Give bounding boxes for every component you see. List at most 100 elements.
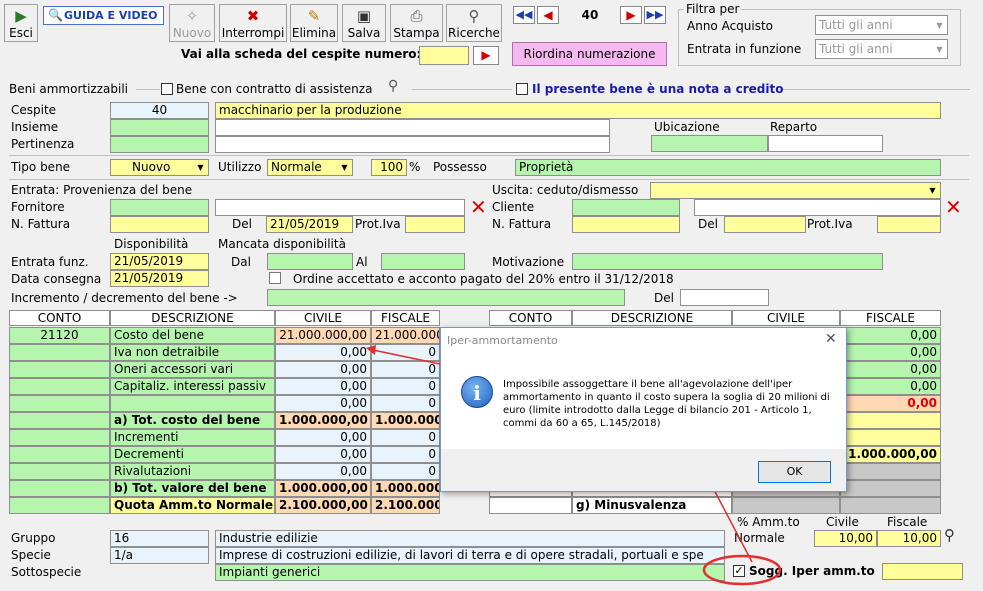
dal-field[interactable] [267,253,353,270]
utilizzo-select[interactable]: Normale ▼ [267,159,353,176]
left-fiscale-cell[interactable]: 0 [371,378,440,395]
gruppo-number[interactable]: 16 [110,530,209,547]
incremento-field[interactable] [267,289,625,306]
right-fiscale-cell[interactable] [840,480,941,497]
left-conto-cell[interactable] [9,463,110,480]
reparto-field[interactable] [768,135,883,152]
left-fiscale-cell[interactable]: 0 [371,395,440,412]
go-arrow-icon[interactable]: ▶ [473,46,499,65]
search-icon[interactable]: ⚲ [388,78,398,94]
nota-checkbox[interactable] [516,83,528,95]
left-conto-cell[interactable] [9,344,110,361]
left-civile-cell[interactable]: 0,00 [275,378,371,395]
magnifier-icon[interactable]: ⚲ [944,526,955,544]
esci-button[interactable]: ▶ Esci [4,4,38,42]
stampa-button[interactable]: ⎙ Stampa [390,4,443,42]
left-fiscale-cell[interactable]: 1.000.000 [371,412,440,429]
amm-civile-field[interactable]: 10,00 [814,530,877,547]
left-fiscale-cell[interactable]: 0 [371,361,440,378]
insieme-desc[interactable] [215,119,610,136]
clear-cliente-icon[interactable]: ✕ [945,197,962,217]
uscita-protiva-field[interactable] [877,216,941,233]
ricerche-button[interactable]: ⚲ Ricerche [446,4,502,42]
sogg-iper-field[interactable] [882,563,963,580]
gruppo-desc[interactable]: Industrie edilizie [215,530,725,547]
data-fattura-field[interactable]: 21/05/2019 [266,216,353,233]
possesso-field[interactable]: Proprietà [515,159,941,176]
next-record-icon[interactable]: ▶ [620,6,642,24]
close-icon[interactable]: ✕ [825,331,837,347]
right-fiscale-cell[interactable]: 0,00 [840,344,941,361]
clear-fornitore-icon[interactable]: ✕ [470,197,487,217]
protiva-field[interactable] [405,216,465,233]
right-fiscale-cell[interactable]: 0,00 [840,395,941,412]
specie-number[interactable]: 1/a [110,547,209,564]
entrata-funz-field[interactable]: 21/05/2019 [110,253,209,270]
interrompi-button[interactable]: ✖ Interrompi [219,4,287,42]
left-civile-cell[interactable]: 0,00 [275,395,371,412]
right-fiscale-cell[interactable] [840,429,941,446]
left-conto-cell[interactable]: 21120 [9,327,110,344]
contratto-checkbox[interactable] [161,83,173,95]
specie-desc[interactable]: Imprese di costruzioni edilizie, di lavo… [215,547,725,564]
uscita-select[interactable]: ▼ [650,182,941,199]
pertinenza-desc[interactable] [215,136,610,153]
left-conto-cell[interactable] [9,412,110,429]
fornitore-code[interactable] [110,199,209,216]
left-civile-cell[interactable]: 0,00 [275,446,371,463]
motivazione-field[interactable] [572,253,883,270]
left-conto-cell[interactable] [9,480,110,497]
left-fiscale-cell[interactable]: 0 [371,429,440,446]
data-consegna-field[interactable]: 21/05/2019 [110,270,209,287]
left-conto-cell[interactable] [9,446,110,463]
cliente-code[interactable] [572,199,680,216]
cespite-desc[interactable]: macchinario per la produzione [215,102,941,119]
ok-button[interactable]: OK [758,461,831,483]
left-civile-cell[interactable]: 2.100.000,00 [275,497,371,514]
right-fiscale-cell[interactable]: 1.000.000,00 [840,446,941,463]
right-fiscale-cell[interactable] [840,497,941,514]
left-conto-cell[interactable] [9,429,110,446]
right-fiscale-cell[interactable] [840,412,941,429]
insieme-code[interactable] [110,119,209,136]
guida-video-button[interactable]: 🔍 GUIDA E VIDEO [43,6,164,25]
salva-button[interactable]: ▣ Salva [342,4,386,42]
sogg-iper-checkbox[interactable]: ✓ [733,565,745,577]
left-civile-cell[interactable]: 0,00 [275,463,371,480]
left-conto-cell[interactable] [9,497,110,514]
cliente-desc[interactable] [694,199,941,216]
percent-field[interactable]: 100 [371,159,407,176]
right-fiscale-cell[interactable] [840,463,941,480]
ordine-checkbox[interactable] [269,272,281,284]
sottospecie-desc[interactable]: Impianti generici [215,564,725,581]
nuovo-button[interactable]: ✧ Nuovo [169,4,215,42]
right-fiscale-cell[interactable]: 0,00 [840,361,941,378]
left-civile-cell[interactable]: 21.000.000,00 [275,327,371,344]
prev-record-icon[interactable]: ◀ [537,6,559,24]
first-record-icon[interactable]: ◀◀ [513,6,535,24]
elimina-button[interactable]: ✎ Elimina [290,4,338,42]
right-conto-cell[interactable] [489,497,572,514]
fornitore-desc[interactable] [215,199,465,216]
right-fiscale-cell[interactable]: 0,00 [840,327,941,344]
left-civile-cell[interactable]: 0,00 [275,429,371,446]
left-civile-cell[interactable]: 1.000.000,00 [275,480,371,497]
left-fiscale-cell[interactable]: 0 [371,446,440,463]
entrata-select[interactable]: Tutti gli anni ▼ [815,39,948,59]
left-conto-cell[interactable] [9,395,110,412]
ubicazione-field[interactable] [651,135,768,152]
right-fiscale-cell[interactable]: 0,00 [840,378,941,395]
right-civile-cell[interactable] [732,497,840,514]
left-conto-cell[interactable] [9,361,110,378]
left-fiscale-cell[interactable]: 0 [371,463,440,480]
nfattura-field[interactable] [110,216,209,233]
left-fiscale-cell[interactable]: 0 [371,344,440,361]
left-fiscale-cell[interactable]: 21.000.000, [371,327,440,344]
left-fiscale-cell[interactable]: 2.100.000,00 [371,497,440,514]
incremento-del-field[interactable] [680,289,769,306]
left-civile-cell[interactable]: 0,00 [275,361,371,378]
riordina-button[interactable]: Riordina numerazione [512,42,667,66]
left-civile-cell[interactable]: 0,00 [275,344,371,361]
anno-select[interactable]: Tutti gli anni ▼ [815,15,948,35]
amm-fiscale-field[interactable]: 10,00 [877,530,941,547]
